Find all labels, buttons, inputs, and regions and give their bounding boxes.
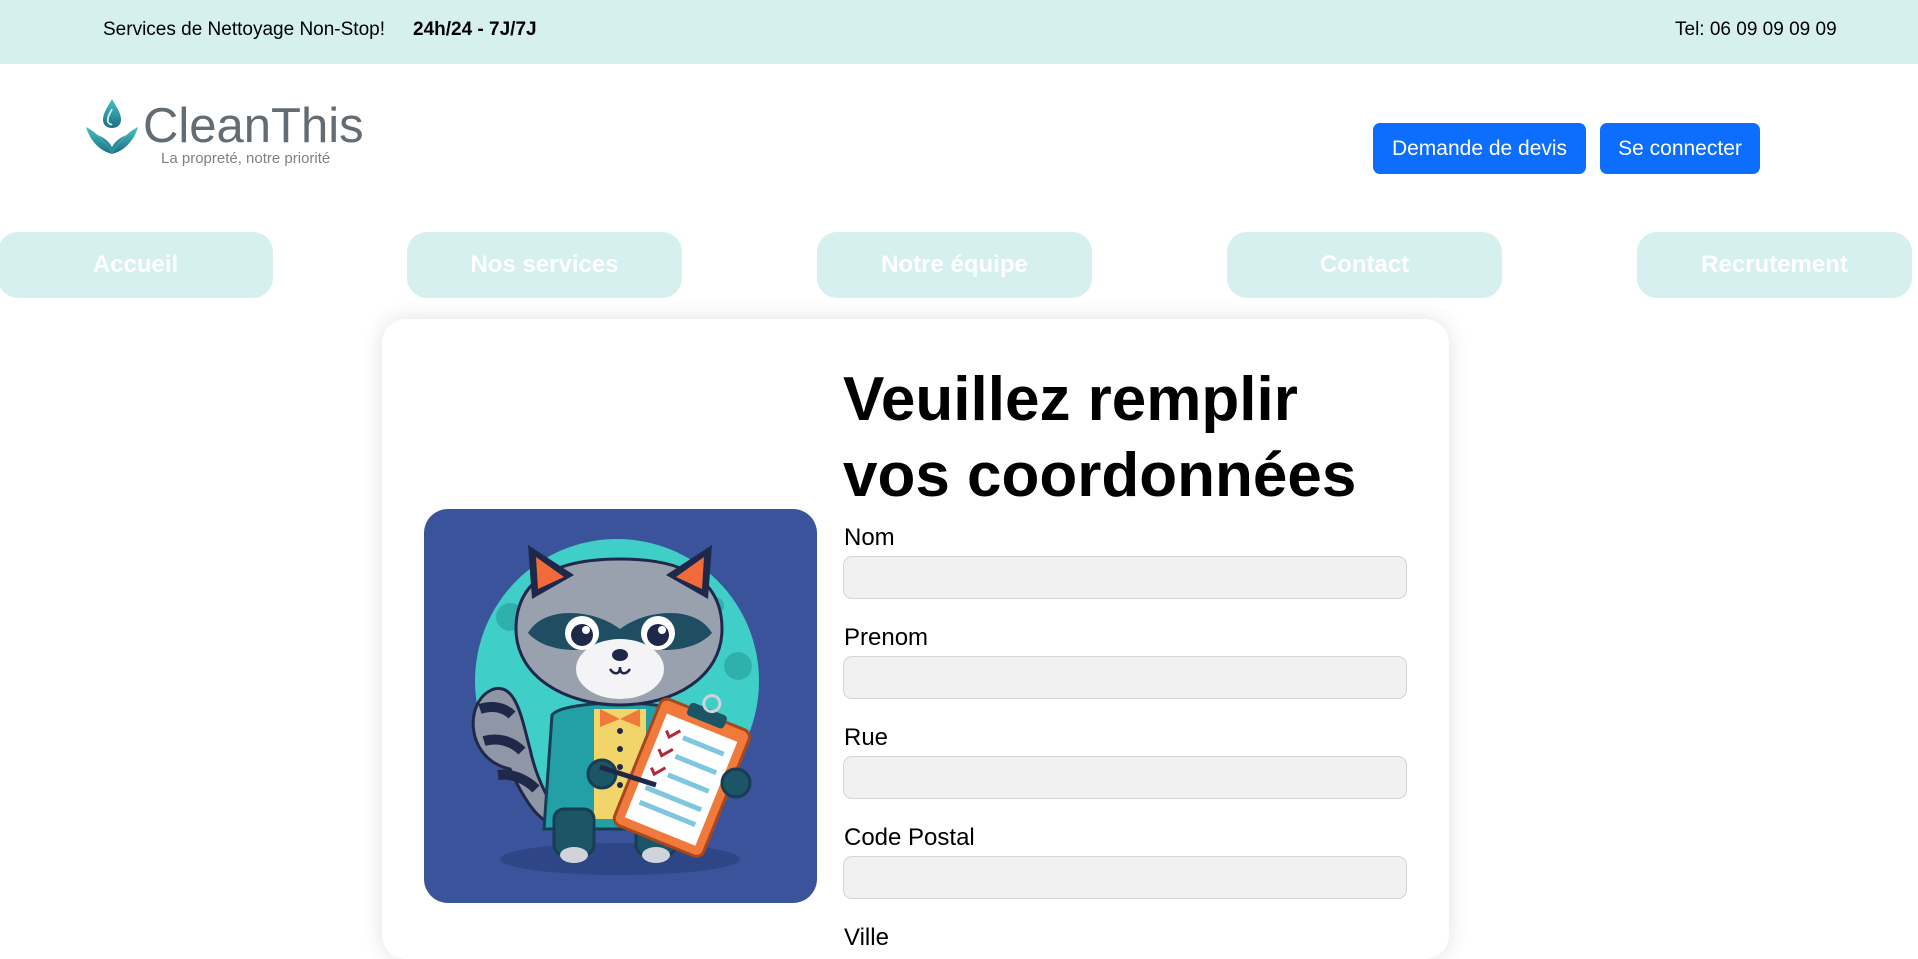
water-drop-leaves-icon xyxy=(86,99,138,154)
rue-input[interactable] xyxy=(843,756,1407,799)
nav-item-accueil[interactable]: Accueil xyxy=(0,232,273,298)
nom-label: Nom xyxy=(844,524,895,551)
rue-label: Rue xyxy=(844,724,889,751)
raccoon-with-clipboard-icon xyxy=(424,509,817,903)
nav-item-contact[interactable]: Contact xyxy=(1227,232,1502,298)
top-info-bar: Services de Nettoyage Non-Stop! 24h/24 -… xyxy=(0,0,1918,64)
tagline: Services de Nettoyage Non-Stop! xyxy=(103,19,385,40)
ville-label: Ville xyxy=(844,924,889,951)
prenom-label: Prenom xyxy=(844,624,929,651)
phone-number: Tel: 06 09 09 09 09 xyxy=(1675,19,1837,40)
prenom-input[interactable] xyxy=(843,656,1407,699)
brand-logo[interactable]: CleanThis La propreté, notre priorité xyxy=(84,94,364,174)
form-title: Veuillez remplir vos coordonnées xyxy=(843,365,1357,510)
nav-item-recrutement[interactable]: Recrutement xyxy=(1637,232,1912,298)
code-postal-label: Code Postal xyxy=(844,824,975,851)
brand-slogan: La propreté, notre priorité xyxy=(161,150,331,167)
code-postal-input[interactable] xyxy=(843,856,1407,899)
nav-item-services[interactable]: Nos services xyxy=(407,232,682,298)
opening-hours: 24h/24 - 7J/7J xyxy=(413,19,537,40)
nom-input[interactable] xyxy=(843,556,1407,599)
quote-request-button[interactable]: Demande de devis xyxy=(1373,123,1586,174)
brand-name: CleanThis xyxy=(143,99,364,153)
nav-item-equipe[interactable]: Notre équipe xyxy=(817,232,1092,298)
login-button[interactable]: Se connecter xyxy=(1600,123,1760,174)
